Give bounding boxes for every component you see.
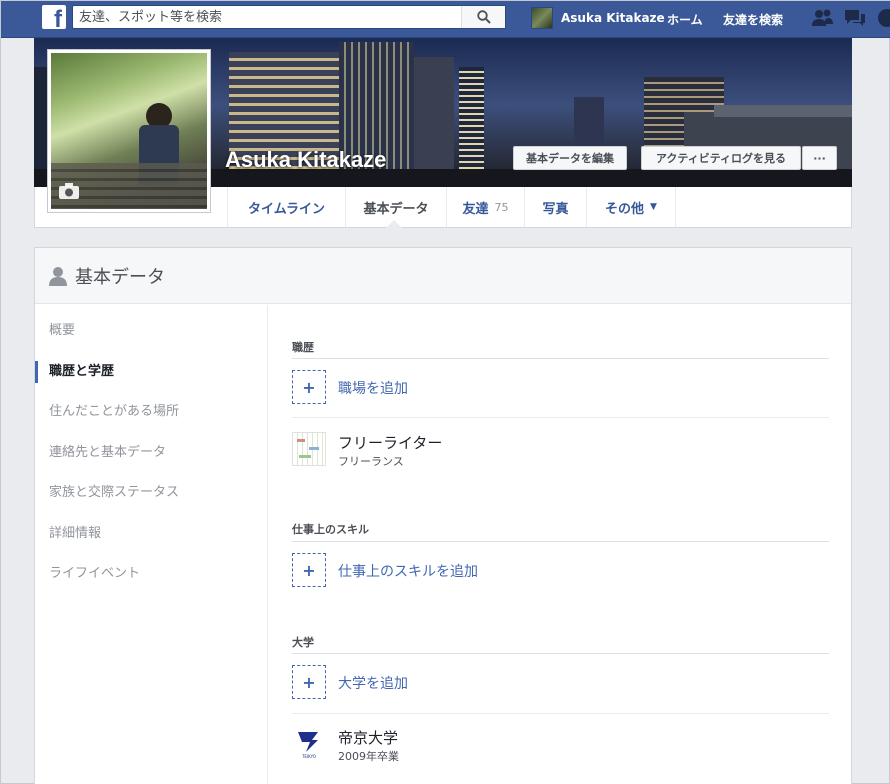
sidebar-item-places-lived[interactable]: 住んだことがある場所	[49, 402, 179, 422]
profile-photo	[51, 53, 207, 209]
profile-name[interactable]: Asuka Kitakaze	[225, 147, 386, 173]
search-button[interactable]	[461, 6, 505, 28]
sidebar-item-family-relationships[interactable]: 家族と交際ステータス	[49, 483, 179, 503]
activity-log-button[interactable]: アクティビティログを見る	[641, 146, 801, 170]
divider	[292, 417, 829, 418]
edit-about-button[interactable]: 基本データを編集	[513, 146, 627, 170]
work-section-title: 職歴	[292, 341, 314, 354]
divider	[292, 653, 829, 654]
camera-icon[interactable]	[58, 182, 80, 200]
about-header: 基本データ	[35, 248, 851, 304]
divider	[292, 358, 829, 359]
nav-profile-link[interactable]	[531, 6, 561, 30]
top-nav-bar: f Asuka Kitakaze ホーム 友達を検索	[1, 1, 890, 38]
messages-icon[interactable]	[843, 8, 867, 28]
divider	[292, 541, 829, 542]
add-work-icon[interactable]: +	[292, 370, 326, 404]
tab-friends[interactable]: 友達 75	[446, 187, 524, 227]
profile-picture[interactable]	[47, 49, 211, 213]
sidebar-item-contact-info[interactable]: 連絡先と基本データ	[49, 443, 166, 463]
add-college-link[interactable]: 大学を追加	[338, 673, 408, 693]
active-section-marker	[35, 361, 38, 383]
avatar	[531, 7, 553, 29]
tab-more[interactable]: その他 ▼	[586, 187, 676, 227]
job-thumbnail[interactable]	[292, 432, 326, 466]
about-title: 基本データ	[75, 266, 165, 288]
nav-find-friends-link[interactable]: 友達を検索	[723, 11, 783, 28]
search-box	[72, 5, 506, 29]
add-college-icon[interactable]: +	[292, 665, 326, 699]
university-logo-text: TEIKYO	[301, 754, 316, 759]
tab-more-label: その他	[605, 201, 645, 217]
college-graduation: 2009年卒業	[338, 750, 399, 763]
college-name[interactable]: 帝京大学	[338, 727, 398, 748]
add-skill-icon[interactable]: +	[292, 553, 326, 587]
job-employer: フリーランス	[338, 455, 404, 468]
search-icon	[476, 10, 491, 24]
skills-section-title: 仕事上のスキル	[292, 523, 369, 536]
person-icon	[49, 266, 67, 286]
tab-about-label: 基本データ	[363, 201, 429, 217]
friends-count: 75	[494, 200, 509, 214]
chevron-down-icon: ▼	[650, 202, 657, 212]
active-tab-indicator	[386, 220, 402, 228]
sidebar-item-life-events[interactable]: ライフイベント	[49, 564, 140, 584]
tab-timeline-label: タイムライン	[247, 201, 326, 217]
tab-photos[interactable]: 写真	[524, 187, 586, 227]
job-title[interactable]: フリーライター	[338, 432, 442, 453]
sidebar-item-overview[interactable]: 概要	[49, 321, 75, 341]
sidebar-item-details[interactable]: 詳細情報	[49, 524, 101, 544]
nav-home-link[interactable]: ホーム	[667, 11, 703, 28]
tab-friends-label: 友達	[462, 201, 489, 217]
about-sidebar: 概要 職歴と学歴 住んだことがある場所 連絡先と基本データ 家族と交際ステータス…	[35, 305, 268, 784]
more-options-button[interactable]: ···	[802, 146, 837, 170]
tab-photos-label: 写真	[542, 201, 569, 217]
sidebar-item-work-education[interactable]: 職歴と学歴	[49, 362, 114, 382]
university-logo[interactable]: TEIKYO	[292, 726, 326, 760]
facebook-logo[interactable]: f	[42, 5, 66, 29]
nav-user-name[interactable]: Asuka Kitakaze	[561, 11, 665, 25]
add-skill-link[interactable]: 仕事上のスキルを追加	[338, 561, 478, 581]
divider	[292, 713, 829, 714]
add-work-link[interactable]: 職場を追加	[338, 378, 408, 398]
friend-requests-icon[interactable]	[811, 8, 835, 28]
about-panel: 基本データ 概要 職歴と学歴 住んだことがある場所 連絡先と基本データ 家族と交…	[34, 247, 852, 784]
teikyo-logo-icon: TEIKYO	[298, 732, 318, 759]
college-section-title: 大学	[292, 636, 314, 649]
world-icon[interactable]	[875, 8, 890, 28]
search-input[interactable]	[73, 6, 463, 29]
tab-timeline[interactable]: タイムライン	[227, 187, 345, 227]
